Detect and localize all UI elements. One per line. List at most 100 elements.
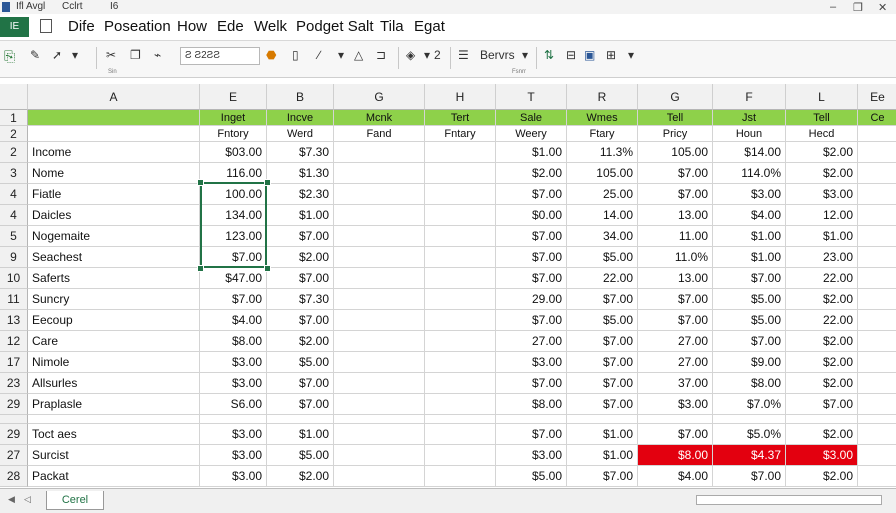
table-cell[interactable]	[858, 373, 896, 394]
row-label-cell[interactable]: Surcist	[28, 445, 200, 466]
table-cell[interactable]: 22.00	[786, 268, 858, 289]
table-cell[interactable]: Fntory	[200, 126, 267, 142]
sheet-prev-icon[interactable]: ◀	[8, 494, 15, 505]
format-painter-icon[interactable]: ✎	[30, 48, 40, 62]
table-cell[interactable]: $1.00	[786, 226, 858, 247]
table-cell[interactable]: $2.00	[786, 163, 858, 184]
row-header[interactable]: 4	[0, 184, 28, 205]
table-cell[interactable]: $7.00	[713, 331, 786, 352]
table-cell[interactable]: $7.00	[567, 466, 638, 487]
table-cell[interactable]: 34.00	[567, 226, 638, 247]
table-cell[interactable]: 22.00	[786, 310, 858, 331]
row-header[interactable]: 2	[0, 126, 28, 142]
align-label[interactable]: 2	[434, 48, 441, 62]
selection-handle[interactable]	[197, 265, 204, 272]
table-cell[interactable]: Werd	[267, 126, 334, 142]
row-label-cell[interactable]: Praplasle	[28, 394, 200, 415]
table-cell[interactable]: $14.00	[713, 142, 786, 163]
table-cell[interactable]: $7.00	[267, 226, 334, 247]
table-cell[interactable]: $7.00	[200, 289, 267, 310]
table-cell[interactable]	[200, 415, 267, 424]
column-header[interactable]: E	[200, 84, 267, 110]
sheet-tab[interactable]: Cerel	[46, 491, 104, 510]
row-header[interactable]: 1	[0, 110, 28, 126]
table-cell[interactable]: $4.00	[638, 466, 713, 487]
table-cell[interactable]: $1.30	[267, 163, 334, 184]
row-header[interactable]: 4	[0, 205, 28, 226]
table-cell[interactable]	[638, 415, 713, 424]
row-label-cell[interactable]: Saferts	[28, 268, 200, 289]
table-cell[interactable]	[858, 415, 896, 424]
align-dropdown-icon[interactable]: ▾	[424, 48, 430, 62]
font-name-box[interactable]: Ƨ Ƨ2ƧƧ	[180, 47, 260, 65]
table-cell[interactable]	[425, 226, 496, 247]
table-cell[interactable]	[334, 373, 425, 394]
table-cell[interactable]: 13.00	[638, 205, 713, 226]
table-cell[interactable]	[425, 424, 496, 445]
row-header[interactable]: 23	[0, 373, 28, 394]
row-header[interactable]: 2	[0, 142, 28, 163]
table-cell[interactable]: $7.00	[200, 247, 267, 268]
table-cell[interactable]: 12.00	[786, 205, 858, 226]
column-header[interactable]: R	[567, 84, 638, 110]
row-header[interactable]: 13	[0, 310, 28, 331]
table-cell[interactable]: Fntary	[425, 126, 496, 142]
table-cell[interactable]	[713, 415, 786, 424]
table-cell[interactable]: $3.00	[496, 352, 567, 373]
table-cell[interactable]: Fand	[334, 126, 425, 142]
table-cell[interactable]	[425, 163, 496, 184]
table-cell[interactable]: $7.00	[267, 310, 334, 331]
table-cell[interactable]: S6.00	[200, 394, 267, 415]
table-cell[interactable]: $2.00	[786, 352, 858, 373]
table-cell[interactable]: $7.00	[713, 466, 786, 487]
table-cell[interactable]: $7.00	[267, 268, 334, 289]
column-header[interactable]: H	[425, 84, 496, 110]
table-cell[interactable]	[425, 289, 496, 310]
table-cell[interactable]: $7.00	[638, 184, 713, 205]
table-cell[interactable]: $7.00	[638, 310, 713, 331]
table-cell[interactable]	[496, 415, 567, 424]
table-cell[interactable]	[334, 466, 425, 487]
table-cell[interactable]	[334, 415, 425, 424]
table-cell[interactable]: 27.00	[496, 331, 567, 352]
table-cell[interactable]: $5.00	[567, 310, 638, 331]
column-header[interactable]: G	[334, 84, 425, 110]
table-cell[interactable]: $7.00	[713, 268, 786, 289]
row-header[interactable]: 29	[0, 424, 28, 445]
table-cell[interactable]: $3.00	[200, 466, 267, 487]
table-cell[interactable]: Weery	[496, 126, 567, 142]
table-cell[interactable]: $5.00	[496, 466, 567, 487]
row-label-cell[interactable]: Income	[28, 142, 200, 163]
table-cell[interactable]: $3.00	[713, 184, 786, 205]
table-cell[interactable]: $1.00	[713, 247, 786, 268]
row-label-cell[interactable]: Daicles	[28, 205, 200, 226]
table-cell[interactable]	[858, 445, 896, 466]
table-cell[interactable]: $3.00	[786, 445, 858, 466]
table-cell[interactable]	[858, 205, 896, 226]
table-cell[interactable]	[425, 268, 496, 289]
table-cell[interactable]: 11.0%	[638, 247, 713, 268]
dropdown-icon[interactable]: ▾	[72, 48, 78, 62]
menu-item-dife[interactable]: Dife	[68, 18, 95, 35]
table-cell[interactable]: 27.00	[638, 331, 713, 352]
row-label-cell[interactable]: Eecoup	[28, 310, 200, 331]
row-label-cell[interactable]: Nimole	[28, 352, 200, 373]
table-cell[interactable]: 105.00	[567, 163, 638, 184]
table-cell[interactable]: $7.00	[267, 373, 334, 394]
table-cell[interactable]: $5.0%	[713, 424, 786, 445]
table-cell[interactable]: $4.00	[713, 205, 786, 226]
table-cell[interactable]: Ce	[858, 110, 896, 126]
close-button[interactable]: ✕	[878, 1, 887, 14]
table-cell[interactable]: $1.00	[567, 445, 638, 466]
table-cell[interactable]: $7.00	[496, 184, 567, 205]
list-icon[interactable]: ☰	[458, 48, 469, 62]
table-cell[interactable]: Tert	[425, 110, 496, 126]
table-cell[interactable]	[425, 466, 496, 487]
row-label-cell[interactable]	[28, 110, 200, 126]
table-cell[interactable]: $7.00	[496, 310, 567, 331]
sheet-next-icon[interactable]: ◁	[24, 494, 31, 505]
column-header[interactable]: L	[786, 84, 858, 110]
table-cell[interactable]: $2.00	[786, 424, 858, 445]
table-cell[interactable]: $7.00	[496, 373, 567, 394]
table-cell[interactable]	[858, 331, 896, 352]
